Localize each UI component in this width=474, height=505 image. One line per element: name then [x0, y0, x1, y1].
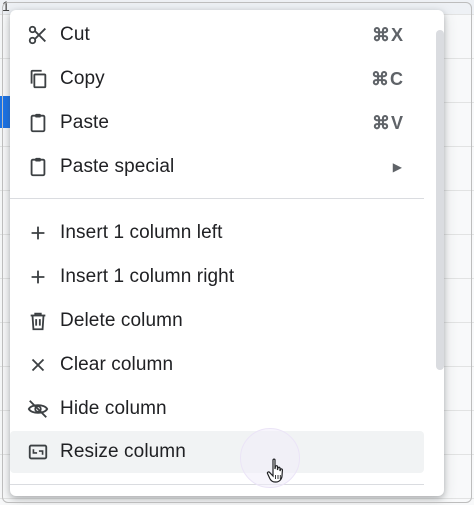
menu-divider	[10, 198, 424, 199]
plus-icon	[26, 221, 50, 245]
hand-cursor-icon	[266, 458, 288, 484]
menu-item-cut[interactable]: Cut ⌘X	[10, 14, 424, 56]
menu-scrollbar[interactable]	[436, 30, 444, 370]
menu-item-label: Clear column	[60, 354, 174, 375]
menu-item-delete-column[interactable]: Delete column	[10, 300, 424, 342]
eye-off-icon	[26, 397, 50, 421]
resize-icon	[26, 440, 50, 464]
menu-item-label: Paste	[60, 112, 110, 133]
menu-item-shortcut: ⌘V	[371, 112, 404, 133]
submenu-arrow-icon: ▶	[392, 160, 402, 174]
context-menu: Cut ⌘X Copy ⌘C Paste ⌘V Paste special ▶ …	[10, 10, 444, 496]
copy-icon	[26, 67, 50, 91]
close-icon	[26, 353, 50, 377]
menu-item-label: Insert 1 column right	[60, 266, 235, 287]
clipboard-icon	[26, 111, 50, 135]
menu-item-insert-column-right[interactable]: Insert 1 column right	[10, 256, 424, 298]
plus-icon	[26, 265, 50, 289]
menu-item-paste[interactable]: Paste ⌘V	[10, 102, 424, 144]
menu-item-shortcut: ⌘X	[371, 24, 404, 45]
menu-item-label: Paste special	[60, 156, 175, 177]
menu-item-label: Resize column	[60, 441, 186, 462]
trash-icon	[26, 309, 50, 333]
menu-item-insert-column-left[interactable]: Insert 1 column left	[10, 212, 424, 254]
menu-item-label: Insert 1 column left	[60, 222, 223, 243]
menu-item-label: Hide column	[60, 398, 167, 419]
toolbar-fragment: 1	[2, 0, 10, 14]
menu-item-hide-column[interactable]: Hide column	[10, 388, 424, 430]
clipboard-icon	[26, 155, 50, 179]
menu-item-shortcut: ⌘C	[371, 68, 404, 89]
menu-item-label: Delete column	[60, 310, 183, 331]
menu-item-label: Copy	[60, 68, 105, 89]
menu-item-label: Cut	[60, 24, 90, 45]
menu-item-copy[interactable]: Copy ⌘C	[10, 58, 424, 100]
menu-divider	[10, 484, 424, 485]
menu-item-paste-special[interactable]: Paste special ▶	[10, 146, 424, 188]
menu-item-clear-column[interactable]: Clear column	[10, 344, 424, 386]
menu-item-resize-column[interactable]: Resize column	[10, 431, 424, 473]
selected-column-indicator	[0, 96, 10, 128]
scissors-icon	[26, 23, 50, 47]
